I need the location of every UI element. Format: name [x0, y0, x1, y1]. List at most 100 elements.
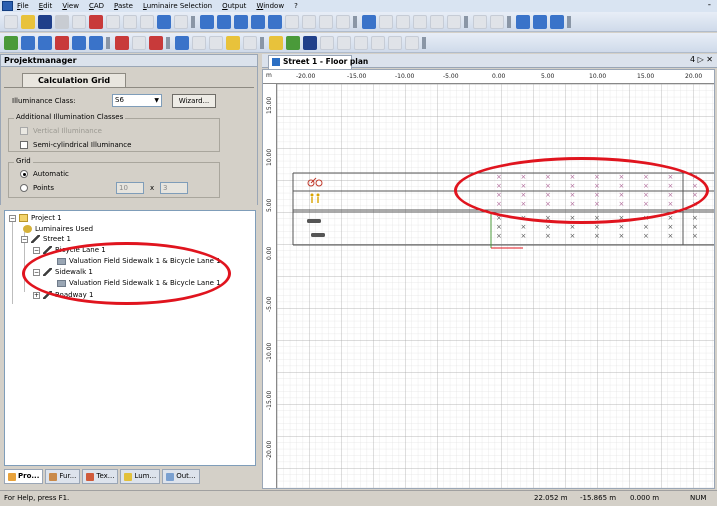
grid-icon[interactable] — [516, 14, 530, 29]
render-icon[interactable] — [303, 35, 317, 50]
view-3d-icon[interactable] — [200, 14, 214, 29]
collapse-icon[interactable]: − — [9, 214, 16, 222]
texture-icon — [86, 472, 95, 481]
table-icon[interactable] — [533, 14, 547, 29]
points-separator: x — [150, 184, 155, 192]
illuminance-class-select[interactable]: S6 ▼ — [112, 94, 162, 107]
shape-2-icon[interactable] — [337, 35, 351, 50]
dialux-icon[interactable] — [473, 14, 487, 29]
tool-pan-icon[interactable] — [89, 35, 103, 50]
expand-icon[interactable]: + — [33, 291, 40, 299]
measure-icon[interactable] — [336, 14, 350, 29]
menu-luminaire-selection[interactable]: Luminaire Selection — [143, 2, 212, 10]
menu-paste[interactable]: Paste — [114, 2, 133, 10]
floor-plan-icon[interactable] — [217, 14, 231, 29]
tool-delete-icon[interactable] — [55, 35, 69, 50]
luminaire-icon[interactable] — [362, 14, 376, 29]
tab-furniture[interactable]: Fur... — [45, 469, 81, 484]
circle-arrangement-icon[interactable] — [430, 14, 444, 29]
lamp-icon[interactable] — [226, 35, 240, 50]
columns-icon[interactable] — [550, 14, 564, 29]
rotate-icon[interactable] — [319, 14, 333, 29]
vertical-illuminance-checkbox[interactable] — [20, 127, 28, 135]
tree-icon[interactable] — [269, 35, 283, 50]
wizard-button[interactable]: Wizard... — [172, 94, 216, 108]
shape-1-icon[interactable] — [320, 35, 334, 50]
menu-window[interactable]: Window — [256, 2, 284, 10]
menu-help[interactable]: ? — [294, 2, 298, 10]
search-icon[interactable] — [192, 35, 206, 50]
shape-6-icon[interactable] — [405, 35, 419, 50]
automatic-label: Automatic — [33, 170, 69, 178]
select-icon[interactable] — [285, 14, 299, 29]
zoom-icon[interactable] — [268, 14, 282, 29]
toolbar-separator — [507, 15, 511, 28]
shape-4-icon[interactable] — [371, 35, 385, 50]
tool-window-icon[interactable] — [72, 35, 86, 50]
undo-view-icon[interactable] — [209, 35, 223, 50]
tab-output[interactable]: Out... — [162, 469, 200, 484]
print-icon[interactable] — [55, 14, 69, 29]
menu-output[interactable]: Output — [222, 2, 246, 10]
cut-icon[interactable] — [106, 14, 120, 29]
floor-plan-canvas[interactable]: × × × × × × × × × × × × × × × × × × × × × × × × × × × × × × × × × × × × × × × ×… — [262, 69, 715, 489]
semicyl-illuminance-checkbox[interactable] — [20, 141, 28, 149]
shape-3-icon[interactable] — [354, 35, 368, 50]
calc-icon[interactable] — [447, 14, 461, 29]
tree-item-street[interactable]: − Street 1 — [21, 235, 71, 243]
menu-bar: File Edit View CAD Paste Luminaire Selec… — [0, 0, 717, 12]
points-y-field[interactable]: 3 — [160, 182, 188, 194]
tree-item-project[interactable]: − Project 1 — [9, 214, 62, 222]
menu-view[interactable]: View — [62, 2, 79, 10]
move-icon[interactable] — [302, 14, 316, 29]
arrange-icon[interactable] — [379, 14, 393, 29]
calc-point-marker: × — [521, 223, 527, 231]
tree-item-luminaires-used[interactable]: Luminaires Used — [23, 225, 93, 233]
tab-calculation-grid[interactable]: Calculation Grid — [22, 73, 126, 87]
camera-icon[interactable] — [175, 35, 189, 50]
tab-luminaires[interactable]: Lum... — [120, 469, 161, 484]
redo-icon[interactable] — [174, 14, 188, 29]
calc-point-marker: × — [692, 232, 698, 240]
plant-icon[interactable] — [286, 35, 300, 50]
toolbar-separator — [191, 15, 195, 28]
tab-floor-plan[interactable]: Street 1 - Floor plan — [268, 55, 368, 69]
filter-icon[interactable] — [243, 35, 257, 50]
save-icon[interactable] — [38, 14, 52, 29]
edit-icon[interactable] — [490, 14, 504, 29]
copy-icon[interactable] — [123, 14, 137, 29]
side-view-icon[interactable] — [234, 14, 248, 29]
snap-icon[interactable] — [132, 35, 146, 50]
document-controls[interactable]: 4 ▷ ✕ — [690, 55, 713, 64]
menu-edit[interactable]: Edit — [39, 2, 53, 10]
minimize-button[interactable]: - — [708, 0, 711, 10]
magnet-icon[interactable] — [115, 35, 129, 50]
line-arrangement-icon[interactable] — [396, 14, 410, 29]
color-icon[interactable] — [149, 35, 163, 50]
new-icon[interactable] — [4, 14, 18, 29]
print-preview-icon[interactable] — [72, 14, 86, 29]
undo-icon[interactable] — [157, 14, 171, 29]
app-icon[interactable] — [2, 1, 13, 11]
collapse-icon[interactable]: − — [33, 246, 40, 254]
floor-plan-drawing[interactable]: × × × × × × × × ×× × × × × × × × ×× × × × × × × × ×× × × × × × × × ×× × × ×… — [263, 70, 715, 489]
menu-file[interactable]: File — [17, 2, 29, 10]
field-arrangement-icon[interactable] — [413, 14, 427, 29]
pdf-icon[interactable] — [89, 14, 103, 29]
automatic-radio[interactable] — [20, 170, 28, 178]
paste-icon[interactable] — [140, 14, 154, 29]
calc-point-marker: × — [643, 232, 649, 240]
shape-5-icon[interactable] — [388, 35, 402, 50]
tab-textures[interactable]: Tex... — [82, 469, 119, 484]
ruler-tick-label: -15.00 — [347, 73, 367, 80]
points-radio[interactable] — [20, 184, 28, 192]
tool-select-icon[interactable] — [21, 35, 35, 50]
menu-cad[interactable]: CAD — [89, 2, 104, 10]
points-x-field[interactable]: 10 — [116, 182, 144, 194]
tool-zoom-icon[interactable] — [38, 35, 52, 50]
collapse-icon[interactable]: − — [21, 235, 28, 243]
front-view-icon[interactable] — [251, 14, 265, 29]
tab-project[interactable]: Pro... — [4, 469, 44, 484]
open-icon[interactable] — [21, 14, 35, 29]
scene-icon[interactable] — [4, 35, 18, 50]
